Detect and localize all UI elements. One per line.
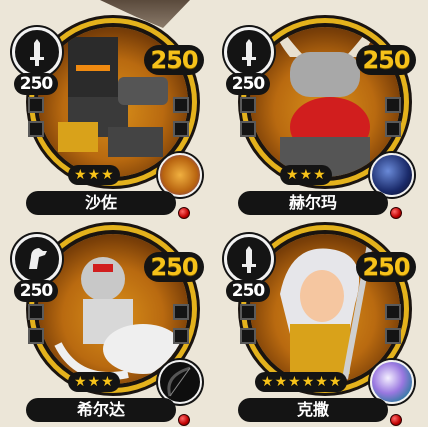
star-icon: ★ — [301, 374, 315, 390]
star-icon: ★ — [288, 374, 301, 390]
notification-dot — [178, 414, 190, 426]
hero-card-4[interactable]: 250 250 ★ ★ ★ ★ ★ ★ 克撒 — [220, 222, 420, 427]
upgrade-cost: 250 — [144, 252, 204, 282]
equip-slot[interactable] — [385, 328, 401, 344]
sword-icon[interactable] — [12, 27, 62, 77]
equip-slot[interactable] — [240, 97, 256, 113]
equip-slot[interactable] — [385, 121, 401, 137]
hero-level: 250 — [14, 73, 58, 95]
equip-slot[interactable] — [173, 328, 189, 344]
equip-slot[interactable] — [240, 328, 256, 344]
star-rating: ★ ★ ★ — [280, 165, 332, 185]
equip-slot[interactable] — [28, 121, 44, 137]
star-rating: ★ ★ ★ — [68, 165, 120, 185]
equip-slot[interactable] — [173, 97, 189, 113]
sword-icon[interactable] — [224, 234, 274, 284]
star-icon: ★ — [274, 374, 288, 390]
equip-slot[interactable] — [385, 304, 401, 320]
sword-icon[interactable] — [224, 27, 274, 77]
hero-card-2[interactable]: 250 250 ★ ★ ★ 赫尔玛 — [220, 15, 420, 220]
hero-level: 250 — [14, 280, 58, 302]
equip-slot[interactable] — [28, 304, 44, 320]
star-icon: ★ — [74, 167, 87, 183]
star-icon: ★ — [74, 374, 87, 390]
upgrade-cost: 250 — [144, 45, 204, 75]
equip-slot[interactable] — [28, 97, 44, 113]
equip-slot[interactable] — [28, 328, 44, 344]
star-icon: ★ — [315, 374, 328, 390]
notification-dot — [390, 414, 402, 426]
hero-name: 沙佐 — [26, 191, 176, 215]
star-rating: ★ ★ ★ ★ ★ ★ — [255, 372, 348, 392]
horse-icon[interactable] — [12, 234, 62, 284]
star-icon: ★ — [101, 374, 114, 390]
star-icon: ★ — [101, 167, 114, 183]
hero-card-3[interactable]: 250 250 ★ ★ ★ 希尔达 — [8, 222, 208, 427]
notification-dot — [178, 207, 190, 219]
equip-slot[interactable] — [385, 97, 401, 113]
upgrade-cost: 250 — [356, 45, 416, 75]
star-icon: ★ — [328, 374, 342, 390]
star-icon: ★ — [313, 167, 326, 183]
star-icon: ★ — [299, 167, 313, 183]
hero-name: 赫尔玛 — [238, 191, 388, 215]
equip-slot[interactable] — [240, 121, 256, 137]
hero-card-1[interactable]: 250 250 ★ ★ ★ 沙佐 — [8, 15, 208, 220]
hero-name: 希尔达 — [26, 398, 176, 422]
star-icon: ★ — [87, 167, 101, 183]
notification-dot — [390, 207, 402, 219]
equip-slot[interactable] — [173, 304, 189, 320]
star-icon: ★ — [87, 374, 101, 390]
hero-level: 250 — [226, 73, 270, 95]
star-icon: ★ — [261, 374, 274, 390]
star-rating: ★ ★ ★ — [68, 372, 120, 392]
upgrade-cost: 250 — [356, 252, 416, 282]
star-icon: ★ — [286, 167, 299, 183]
hero-name: 克撒 — [238, 398, 388, 422]
equip-slot[interactable] — [240, 304, 256, 320]
hero-level: 250 — [226, 280, 270, 302]
equip-slot[interactable] — [173, 121, 189, 137]
